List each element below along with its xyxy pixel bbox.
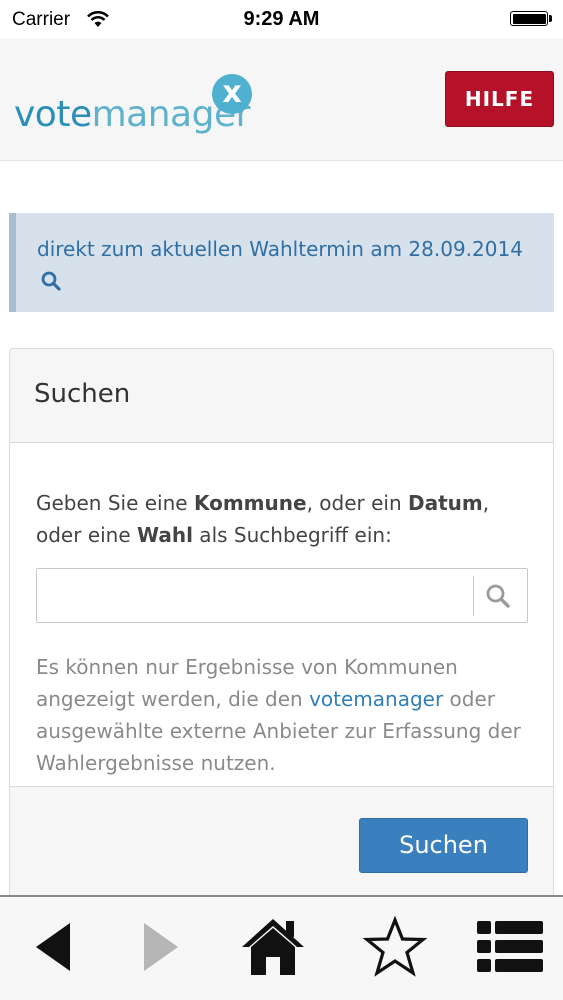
app-header: votemanager x HILFE bbox=[0, 38, 563, 161]
status-bar: Carrier 9:29 AM bbox=[0, 0, 563, 38]
star-icon[interactable] bbox=[362, 915, 428, 979]
search-instruction: Geben Sie eine Kommune, oder ein Datum, … bbox=[36, 487, 526, 551]
search-panel: Suchen Geben Sie eine Kommune, oder ein … bbox=[9, 348, 554, 908]
notice-link[interactable]: direkt zum aktuellen Wahltermin am 28.09… bbox=[37, 233, 537, 297]
forward-icon[interactable] bbox=[134, 915, 186, 979]
battery-icon bbox=[510, 11, 548, 26]
votemanager-link[interactable]: votemanager bbox=[309, 687, 443, 711]
bottom-toolbar bbox=[0, 895, 563, 1000]
search-field-group bbox=[36, 568, 528, 623]
logo-x-letter: x bbox=[222, 75, 242, 110]
search-info-text: Es können nur Ergebnisse von Kommunen an… bbox=[36, 651, 536, 779]
instruction-bold-kommune: Kommune bbox=[193, 491, 307, 515]
instruction-bold-datum: Datum bbox=[408, 491, 483, 515]
back-icon[interactable] bbox=[28, 915, 80, 979]
current-election-notice[interactable]: direkt zum aktuellen Wahltermin am 28.09… bbox=[9, 213, 554, 312]
panel-title: Suchen bbox=[34, 379, 131, 409]
home-icon[interactable] bbox=[240, 915, 306, 979]
notice-text: direkt zum aktuellen Wahltermin am 28.09… bbox=[37, 237, 523, 261]
clock: 9:29 AM bbox=[243, 8, 320, 30]
votemanager-logo[interactable]: votemanager x bbox=[14, 74, 264, 144]
search-icon bbox=[41, 271, 61, 291]
search-divider bbox=[473, 576, 474, 616]
search-input[interactable] bbox=[37, 569, 473, 622]
battery-tip bbox=[549, 15, 552, 22]
logo-x-badge: x bbox=[212, 74, 252, 114]
instruction-bold-wahl: Wahl bbox=[137, 523, 193, 547]
instruction-text: Geben Sie eine bbox=[36, 491, 194, 515]
logo-word-vote: vote bbox=[14, 94, 92, 135]
list-icon[interactable] bbox=[474, 915, 546, 979]
search-button[interactable]: Suchen bbox=[359, 818, 528, 873]
instruction-text: als Suchbegriff ein: bbox=[192, 523, 392, 547]
panel-header: Suchen bbox=[10, 349, 553, 443]
search-icon[interactable] bbox=[485, 583, 511, 609]
panel-footer: Suchen bbox=[10, 786, 553, 907]
instruction-text: , oder ein bbox=[306, 491, 408, 515]
help-button[interactable]: HILFE bbox=[445, 71, 554, 127]
